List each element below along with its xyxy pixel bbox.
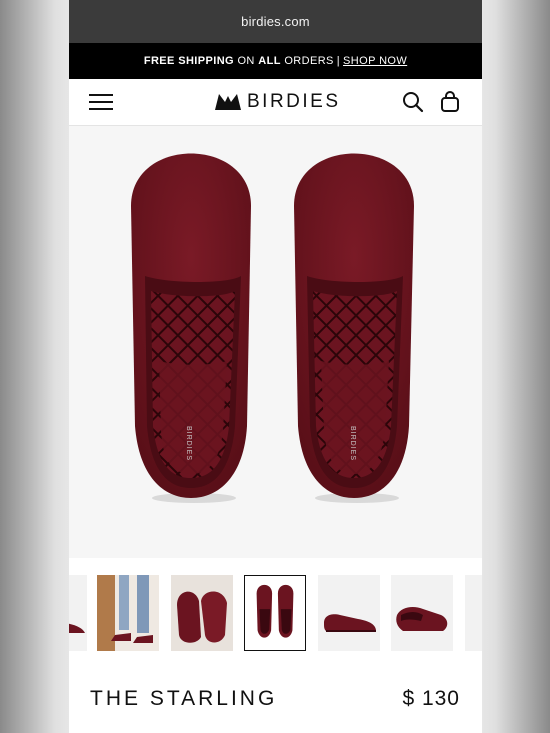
thumbnail-three-quarter[interactable] bbox=[391, 575, 453, 651]
shoe-pair-image: BIRDIES BIRDIES bbox=[131, 153, 414, 503]
thumbnail-partial-next[interactable] bbox=[465, 575, 482, 651]
promo-free-shipping: FREE SHIPPING bbox=[143, 55, 234, 67]
product-name: THE STARLING bbox=[90, 687, 278, 710]
shop-now-link[interactable]: SHOP NOW bbox=[343, 55, 407, 67]
logo-text: BIRDIES bbox=[247, 91, 341, 112]
promo-all: ALL bbox=[258, 55, 281, 67]
menu-icon[interactable] bbox=[89, 93, 113, 111]
right-shoe: BIRDIES bbox=[294, 153, 414, 503]
thumbnail-pair-angled[interactable] bbox=[171, 575, 233, 651]
thumbnail-pair-top-view[interactable] bbox=[244, 575, 306, 651]
promo-separator: | bbox=[336, 55, 341, 67]
product-price: $ 130 bbox=[402, 687, 460, 710]
promo-on: ON bbox=[237, 55, 255, 67]
browser-url-bar[interactable]: birdies.com bbox=[69, 0, 482, 43]
left-shoe: BIRDIES bbox=[131, 153, 251, 503]
thumbnail-side-profile[interactable] bbox=[318, 575, 380, 651]
url-text: birdies.com bbox=[241, 14, 310, 29]
thumbnail-partial-shoe[interactable] bbox=[69, 575, 87, 651]
promo-banner: FREE SHIPPING ON ALL ORDERS | SHOP NOW bbox=[69, 43, 482, 79]
product-hero-image[interactable]: BIRDIES BIRDIES bbox=[69, 126, 482, 558]
phone-screen: birdies.com FREE SHIPPING ON ALL ORDERS |… bbox=[69, 0, 482, 733]
site-header: BIRDIES bbox=[69, 79, 482, 126]
shopping-bag-icon[interactable] bbox=[440, 91, 460, 113]
right-insole-brand: BIRDIES bbox=[349, 426, 356, 461]
thumbnail-model-wearing[interactable] bbox=[97, 575, 159, 651]
promo-orders: ORDERS bbox=[284, 55, 334, 67]
left-insole-brand: BIRDIES bbox=[185, 426, 192, 461]
product-info: THE STARLING $ 130 bbox=[69, 654, 482, 733]
thumbnail-gallery bbox=[69, 572, 482, 654]
bird-logo-icon bbox=[215, 94, 241, 110]
search-icon[interactable] bbox=[402, 91, 424, 113]
birdies-logo[interactable]: BIRDIES bbox=[215, 91, 341, 113]
